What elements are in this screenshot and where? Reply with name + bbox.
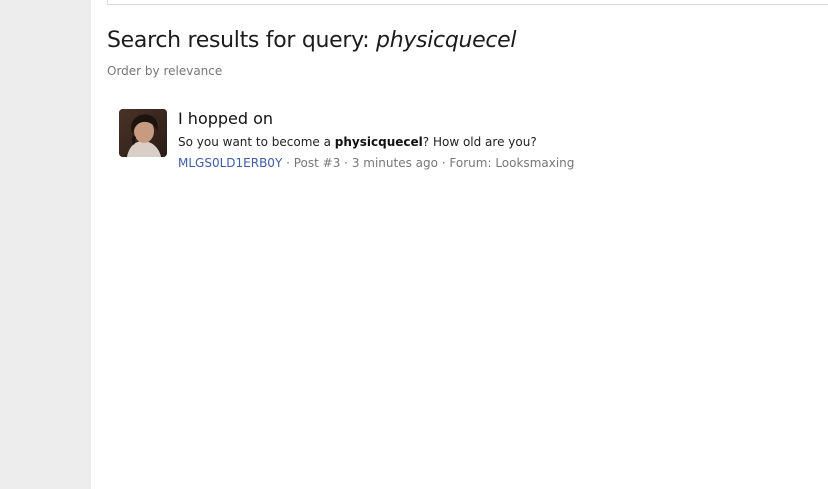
top-panel-edge	[107, 0, 828, 5]
snippet-text-after: ? How old are you?	[422, 135, 537, 149]
meta-separator: ·	[340, 156, 352, 170]
result-title-link[interactable]: I hopped on	[178, 109, 273, 128]
forum-link[interactable]: Forum: Looksmaxing	[449, 156, 574, 170]
main-content: Search results for query: physicquecel O…	[91, 0, 828, 489]
snippet-highlight: physicquecel	[334, 135, 423, 149]
author-link[interactable]: MLGS0LD1ERB0Y	[178, 156, 282, 170]
page-title: Search results for query: physicquecel	[107, 28, 517, 53]
search-result: I hopped on So you want to become a phys…	[119, 109, 819, 173]
meta-separator: ·	[282, 156, 294, 170]
meta-separator: ·	[437, 156, 450, 170]
order-by-label[interactable]: Order by relevance	[107, 64, 222, 78]
page-title-prefix: Search results for query:	[107, 28, 377, 53]
search-query: physicquecel	[376, 28, 517, 53]
forum-name: Looksmaxing	[495, 156, 575, 170]
forum-prefix: Forum:	[449, 156, 496, 170]
post-number: Post #3	[293, 156, 341, 170]
avatar[interactable]	[119, 109, 167, 157]
post-time: 3 minutes ago	[351, 156, 438, 170]
snippet-text-before: So you want to become a	[178, 135, 335, 149]
result-meta: MLGS0LD1ERB0Y · Post #3 · 3 minutes ago …	[178, 156, 574, 170]
result-snippet: So you want to become a physicquecel? Ho…	[178, 135, 537, 149]
